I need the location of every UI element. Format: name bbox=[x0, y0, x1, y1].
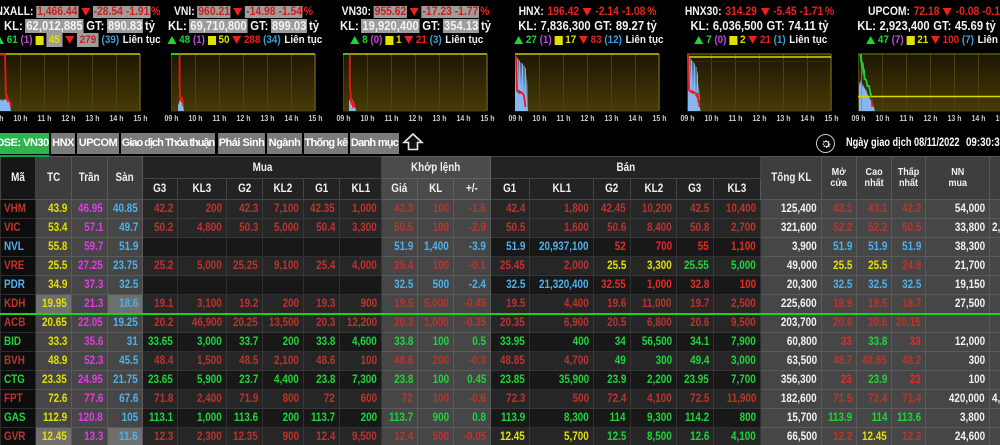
svg-text:09 h: 09 h bbox=[509, 113, 523, 123]
svg-text:13 h: 13 h bbox=[261, 113, 275, 123]
svg-text:09 h: 09 h bbox=[681, 113, 695, 123]
svg-text:12 h: 12 h bbox=[409, 113, 423, 123]
svg-text:13 h: 13 h bbox=[777, 113, 791, 123]
svg-text:13 h: 13 h bbox=[948, 113, 962, 123]
svg-text:15 h: 15 h bbox=[309, 113, 323, 123]
svg-text:11 h: 11 h bbox=[213, 113, 227, 123]
svg-text:11 h: 11 h bbox=[38, 113, 52, 123]
svg-text:10 h: 10 h bbox=[361, 113, 375, 123]
svg-text:14 h: 14 h bbox=[801, 113, 815, 123]
svg-text:15 h: 15 h bbox=[996, 113, 1000, 123]
svg-text:12 h: 12 h bbox=[237, 113, 251, 123]
svg-text:09 h: 09 h bbox=[852, 113, 866, 123]
svg-text:11 h: 11 h bbox=[385, 113, 399, 123]
svg-text:11 h: 11 h bbox=[729, 113, 743, 123]
svg-text:13 h: 13 h bbox=[86, 113, 100, 123]
svg-text:10 h: 10 h bbox=[533, 113, 547, 123]
svg-text:13 h: 13 h bbox=[433, 113, 447, 123]
svg-text:09 h: 09 h bbox=[337, 113, 351, 123]
svg-text:10 h: 10 h bbox=[705, 113, 719, 123]
svg-text:11 h: 11 h bbox=[557, 113, 571, 123]
svg-text:12 h: 12 h bbox=[581, 113, 595, 123]
svg-text:09 h: 09 h bbox=[165, 113, 179, 123]
svg-text:15 h: 15 h bbox=[481, 113, 495, 123]
svg-text:14 h: 14 h bbox=[285, 113, 299, 123]
svg-text:15 h: 15 h bbox=[134, 113, 148, 123]
svg-text:10 h: 10 h bbox=[876, 113, 890, 123]
svg-text:11 h: 11 h bbox=[900, 113, 914, 123]
svg-text:10 h: 10 h bbox=[14, 113, 28, 123]
svg-text:10 h: 10 h bbox=[189, 113, 203, 123]
svg-text:14 h: 14 h bbox=[629, 113, 643, 123]
svg-text:14 h: 14 h bbox=[972, 113, 986, 123]
svg-text:12 h: 12 h bbox=[753, 113, 767, 123]
svg-text:13 h: 13 h bbox=[605, 113, 619, 123]
svg-text:09 h: 09 h bbox=[0, 113, 4, 123]
svg-text:14 h: 14 h bbox=[110, 113, 124, 123]
svg-text:12 h: 12 h bbox=[924, 113, 938, 123]
svg-text:14 h: 14 h bbox=[457, 113, 471, 123]
svg-text:15 h: 15 h bbox=[653, 113, 667, 123]
svg-text:12 h: 12 h bbox=[62, 113, 76, 123]
svg-text:15 h: 15 h bbox=[825, 113, 839, 123]
